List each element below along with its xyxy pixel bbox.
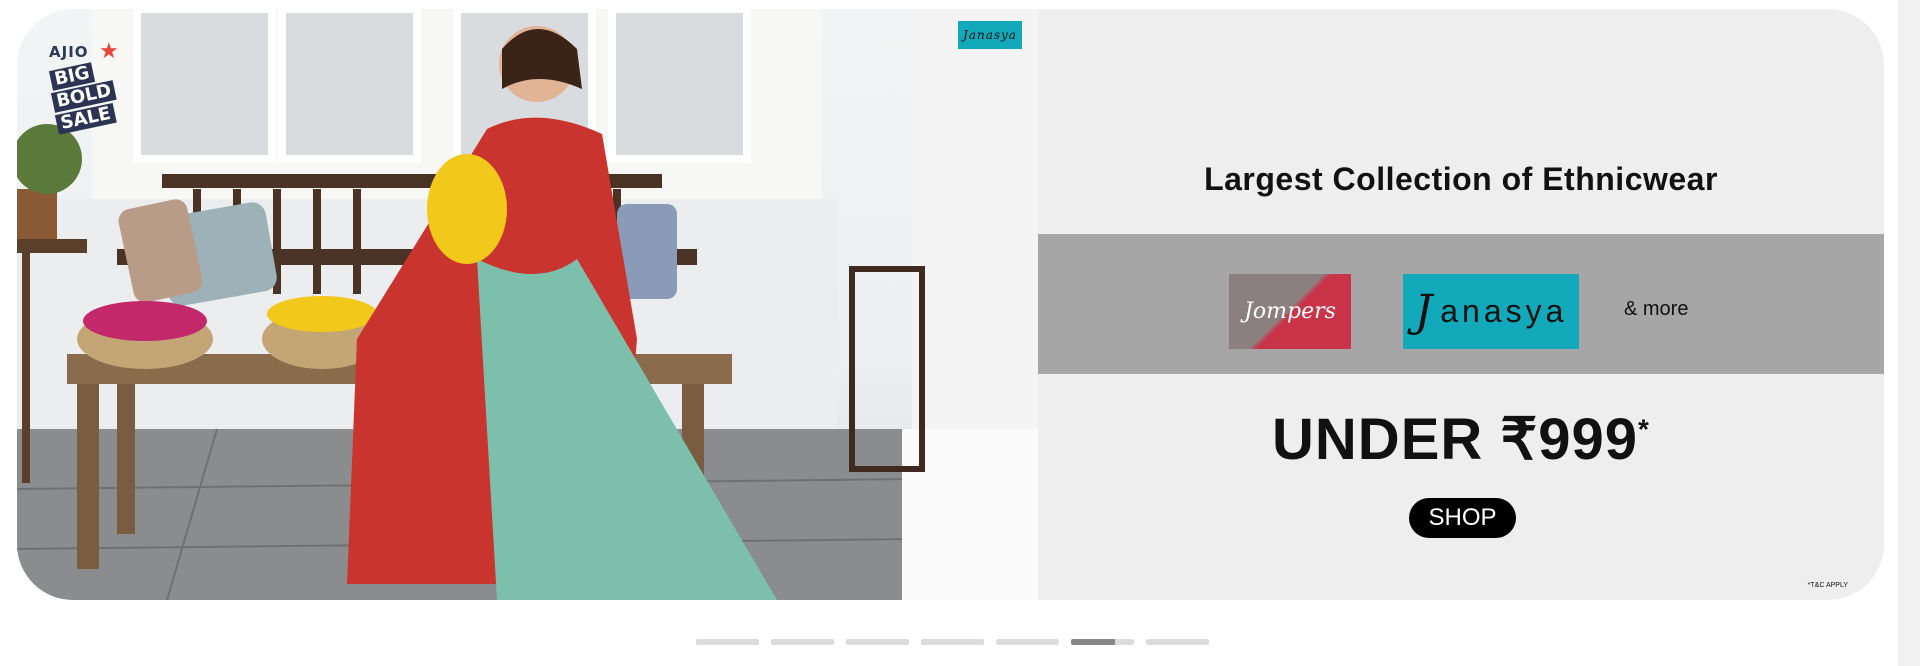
price-asterisk: * [1638, 413, 1650, 445]
carousel-dot-6[interactable] [1071, 639, 1134, 645]
banner-photo: AJIO ★ BIG BOLD SALE Janasya [17, 9, 1038, 600]
terms-note: *T&C APPLY [1807, 582, 1848, 589]
carousel-dot-progress [1071, 639, 1116, 645]
carousel-dot-3[interactable] [846, 639, 909, 645]
promo-headline: Largest Collection of Ethnicwear [1204, 161, 1718, 197]
janasya-logo[interactable]: J anasya [1403, 274, 1579, 349]
janasya-logo-initial: J [1414, 286, 1437, 337]
page-scrollbar[interactable] [1898, 0, 1920, 666]
price-text: UNDER ₹999 [1272, 407, 1639, 472]
price-callout: UNDER ₹999* [1038, 405, 1884, 473]
star-icon: ★ [99, 39, 119, 64]
ajio-wordmark: AJIO [49, 43, 89, 61]
carousel-dot-1[interactable] [696, 639, 759, 645]
corner-brand-tag: Janasya [958, 21, 1022, 49]
shop-button[interactable]: SHOP [1409, 498, 1516, 538]
jompers-logo[interactable]: Jompers [1229, 274, 1351, 349]
carousel-dot-2[interactable] [771, 639, 834, 645]
carousel-dot-4[interactable] [921, 639, 984, 645]
lifestyle-illustration [17, 9, 1038, 600]
carousel-dot-5[interactable] [996, 639, 1059, 645]
more-brands-label: & more [1624, 298, 1689, 320]
carousel-dot-7[interactable] [1146, 639, 1209, 645]
page: AJIO ★ BIG BOLD SALE Janasya Largest Col… [0, 0, 1920, 666]
big-bold-sale-logo: AJIO ★ BIG BOLD SALE [41, 39, 133, 143]
promo-panel: Largest Collection of Ethnicwear Jompers… [1038, 9, 1884, 600]
brand-logo-band: Jompers J anasya & more [1038, 234, 1884, 374]
hero-banner[interactable]: AJIO ★ BIG BOLD SALE Janasya Largest Col… [17, 9, 1884, 600]
janasya-logo-text: anasya [1440, 293, 1568, 329]
jompers-logo-text: Jompers [1244, 299, 1336, 324]
carousel-indicators [696, 639, 1209, 645]
